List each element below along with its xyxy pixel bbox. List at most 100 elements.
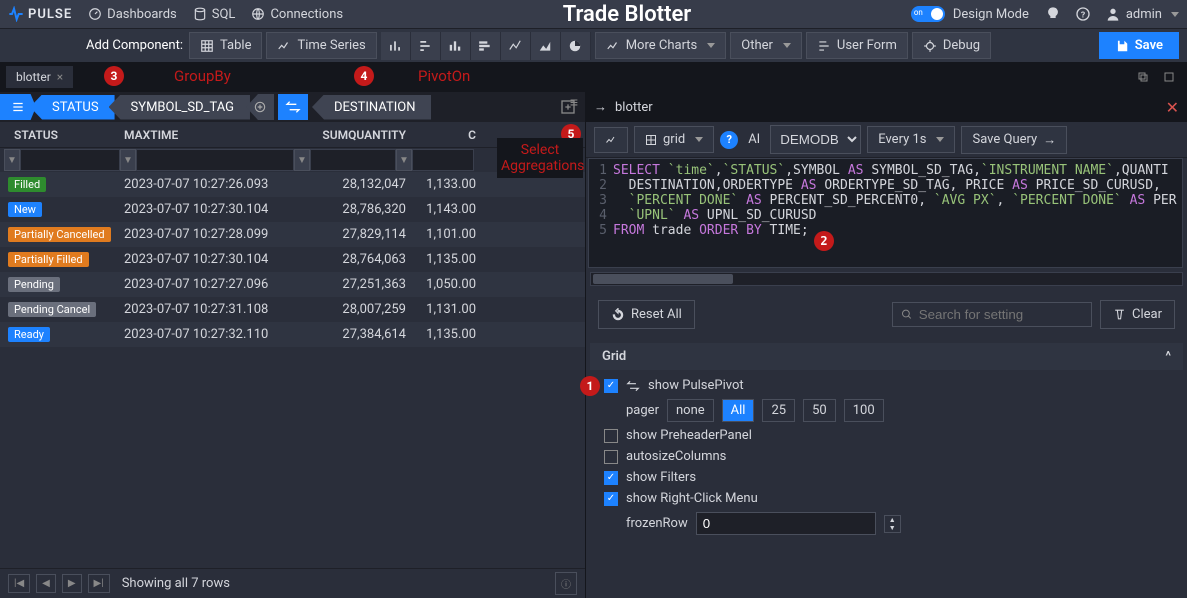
pie-button[interactable]	[561, 32, 591, 60]
user-icon	[1105, 6, 1121, 22]
bulb-icon[interactable]	[1045, 6, 1061, 22]
filter-icon[interactable]: ▼	[294, 149, 310, 171]
header-maxtime[interactable]: MAXTIME	[124, 128, 302, 142]
pulse-icon	[8, 6, 24, 22]
nav-sql[interactable]: SQL	[193, 7, 236, 22]
pager-all[interactable]: All	[722, 399, 755, 422]
pager-none[interactable]: none	[667, 399, 714, 422]
save-query-button[interactable]: Save Query →	[961, 126, 1067, 154]
spinner-down[interactable]: ▼	[885, 524, 900, 532]
refresh-interval-button[interactable]: Every 1s	[867, 126, 955, 153]
nav-connections[interactable]: Connections	[251, 7, 343, 22]
scrollbar-thumb[interactable]	[593, 274, 733, 284]
spinner-up[interactable]: ▲	[885, 516, 900, 524]
table-icon	[645, 134, 657, 146]
annotation-select-agg: Select Aggregations	[497, 138, 583, 178]
add-groupby-button[interactable]	[246, 94, 274, 120]
close-icon[interactable]: ×	[57, 70, 63, 84]
filter-icon[interactable]: ▼	[4, 149, 20, 171]
filters-checkbox[interactable]: ✓	[604, 471, 618, 485]
save-query-label: Save Query	[972, 132, 1037, 147]
duplicate-button[interactable]	[1131, 67, 1155, 87]
preheader-checkbox[interactable]	[604, 429, 618, 443]
brand-logo[interactable]: PULSE	[8, 6, 72, 22]
user-menu[interactable]: admin	[1105, 6, 1179, 22]
table-row[interactable]: Pending Cancel2023-07-07 10:27:31.10828,…	[0, 297, 585, 322]
autosize-checkbox[interactable]	[604, 450, 618, 464]
more-charts-button[interactable]: More Charts	[595, 32, 727, 59]
tab-blotter[interactable]: blotter ×	[6, 66, 73, 88]
database-select[interactable]: DEMODB	[770, 125, 861, 154]
save-button[interactable]: Save	[1099, 32, 1179, 59]
sql-editor[interactable]: 1SELECT `time`,`STATUS`,SYMBOL AS SYMBOL…	[588, 158, 1183, 268]
help-icon[interactable]: ?	[1075, 6, 1091, 22]
close-editor-button[interactable]: ✕	[1166, 98, 1179, 117]
search-icon	[901, 308, 913, 321]
filters-label: show Filters	[626, 470, 696, 485]
filter-icon[interactable]: ▼	[120, 149, 136, 171]
frozenrow-spinner[interactable]: ▲▼	[884, 515, 901, 533]
table-row[interactable]: Partially Filled2023-07-07 10:27:30.1042…	[0, 247, 585, 272]
pager-25[interactable]: 25	[762, 399, 795, 422]
groupby-pill-symbol[interactable]: SYMBOL_SD_TAG	[109, 95, 250, 120]
filter-status-input[interactable]	[20, 149, 120, 171]
header-status[interactable]: STATUS	[4, 128, 124, 142]
design-mode-toggle[interactable]: on	[911, 6, 945, 22]
option-frozenrow: frozenRow ▲▼	[604, 512, 1169, 535]
frozenrow-input[interactable]	[696, 512, 876, 535]
page-prev-button[interactable]: ◀	[36, 574, 56, 593]
page-first-button[interactable]: |◀	[8, 574, 30, 593]
add-table-button[interactable]: Table	[189, 32, 262, 59]
stacked-bar-button[interactable]	[441, 32, 471, 60]
other-button[interactable]: Other	[730, 32, 802, 59]
back-arrow-icon[interactable]: →	[594, 99, 607, 115]
rightclick-checkbox[interactable]: ✓	[604, 492, 618, 506]
filter-sumq-input[interactable]	[310, 149, 396, 171]
filter-icon[interactable]: ▼	[396, 149, 412, 171]
debug-button[interactable]: Debug	[912, 32, 991, 59]
user-form-button[interactable]: User Form	[806, 32, 908, 59]
table-row[interactable]: Ready2023-07-07 10:27:32.11027,384,6141,…	[0, 322, 585, 347]
setting-search[interactable]	[892, 302, 1092, 327]
arrow-right-icon: →	[1043, 132, 1056, 148]
filter-maxtime-input[interactable]	[136, 149, 294, 171]
pulsepivot-checkbox[interactable]: ✓	[604, 379, 618, 393]
header-sumq[interactable]: SUMQUANTITY	[302, 128, 406, 142]
maximize-button[interactable]	[1157, 67, 1181, 87]
caret-up-icon: ^	[1165, 349, 1171, 364]
grid-type-select[interactable]: grid	[634, 126, 714, 153]
bar-chart-button[interactable]	[381, 32, 411, 60]
menu-icon[interactable]: ≡	[570, 94, 579, 111]
ai-label[interactable]: AI	[744, 132, 764, 147]
filter-c-input[interactable]	[412, 149, 474, 171]
clear-button[interactable]: Clear	[1100, 300, 1175, 329]
pager-50[interactable]: 50	[803, 399, 836, 422]
area-button[interactable]	[531, 32, 561, 60]
grid-section-header[interactable]: Grid ^	[590, 343, 1183, 370]
table-row[interactable]: Pending2023-07-07 10:27:27.09627,251,363…	[0, 272, 585, 297]
add-timeseries-button[interactable]: Time Series	[266, 32, 376, 59]
table-row[interactable]: Partially Cancelled2023-07-07 10:27:28.0…	[0, 222, 585, 247]
groupby-pill-status[interactable]: STATUS	[30, 95, 115, 120]
pivoton-pill-destination[interactable]: DESTINATION	[312, 95, 432, 120]
page-last-button[interactable]: ▶|	[88, 574, 110, 593]
swap-button[interactable]	[278, 94, 308, 120]
table-row[interactable]: New2023-07-07 10:27:30.10428,786,3201,14…	[0, 197, 585, 222]
reset-all-button[interactable]: Reset All	[598, 300, 695, 329]
header-c[interactable]: C	[406, 128, 486, 142]
line-button[interactable]	[501, 32, 531, 60]
cell-c: 1,135.00	[406, 327, 486, 342]
help-badge[interactable]: ?	[720, 131, 738, 149]
pager-100[interactable]: 100	[844, 399, 884, 422]
option-rightclick: ✓ show Right-Click Menu	[604, 491, 1169, 506]
page-next-button[interactable]: ▶	[62, 574, 82, 593]
stacked-hbar-button[interactable]	[471, 32, 501, 60]
nav-dashboards[interactable]: Dashboards	[88, 7, 177, 22]
chart-preview-button[interactable]	[594, 127, 628, 153]
hbar-chart-button[interactable]	[411, 32, 441, 60]
refresh-label: Every 1s	[878, 132, 926, 147]
setting-search-input[interactable]	[919, 307, 1083, 322]
chart-icon-group	[381, 32, 591, 60]
horizontal-scrollbar[interactable]	[590, 272, 1183, 286]
info-button[interactable]: ⓘ	[555, 572, 577, 595]
